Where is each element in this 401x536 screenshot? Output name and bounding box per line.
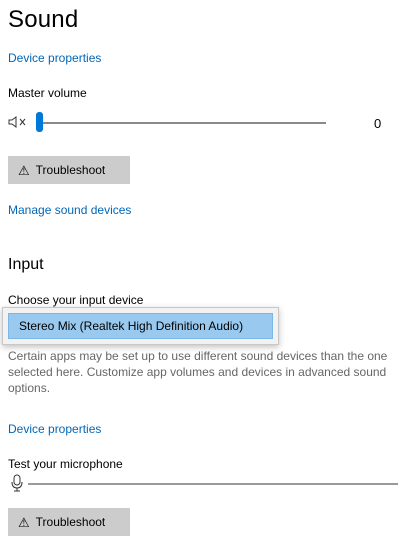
master-volume-track (36, 122, 326, 124)
troubleshoot-button-label: Troubleshoot (35, 163, 106, 177)
input-device-dropdown-list[interactable]: Stereo Mix (Realtek High Definition Audi… (2, 307, 279, 345)
master-volume-value: 0 (374, 116, 382, 131)
master-volume-label: Master volume (8, 86, 87, 100)
input-device-option-label: Stereo Mix (Realtek High Definition Audi… (19, 319, 244, 333)
warning-icon: ⚠ (18, 514, 30, 530)
input-troubleshoot-button[interactable]: ⚠ Troubleshoot (8, 508, 130, 536)
input-heading: Input (8, 256, 44, 273)
input-troubleshoot-button-label: Troubleshoot (35, 515, 106, 529)
microphone-icon (10, 474, 24, 492)
warning-icon: ⚠ (18, 162, 30, 178)
master-volume-thumb[interactable] (36, 112, 43, 132)
master-volume-slider[interactable] (36, 112, 326, 134)
manage-sound-devices-link[interactable]: Manage sound devices (8, 203, 131, 217)
input-device-properties-link[interactable]: Device properties (8, 422, 101, 436)
page-title: Sound (8, 6, 79, 33)
input-device-option[interactable]: Stereo Mix (Realtek High Definition Audi… (8, 313, 273, 339)
choose-input-device-label: Choose your input device (8, 293, 144, 307)
microphone-level-meter (28, 478, 398, 488)
test-microphone-label: Test your microphone (8, 457, 123, 471)
input-description: Certain apps may be set up to use differ… (8, 349, 388, 395)
microphone-level-track (28, 483, 398, 485)
output-device-properties-link[interactable]: Device properties (8, 51, 101, 65)
speaker-muted-icon[interactable] (8, 115, 32, 131)
troubleshoot-button[interactable]: ⚠ Troubleshoot (8, 156, 130, 184)
